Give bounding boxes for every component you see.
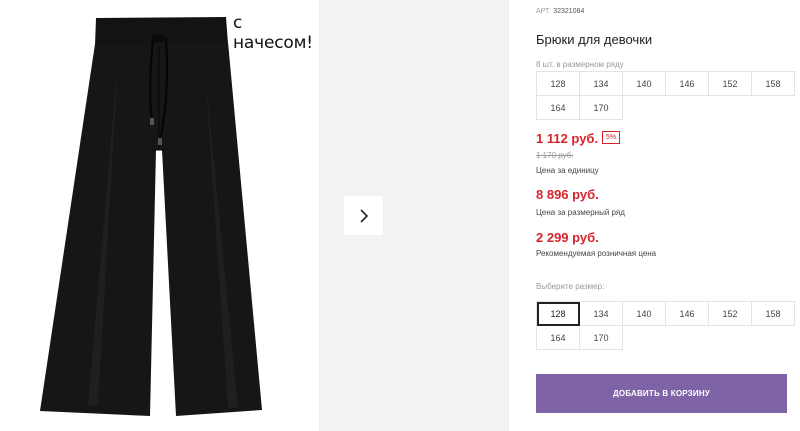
product-image: с начесом! — [0, 0, 318, 431]
divider — [508, 0, 509, 431]
rrp-price-caption: Рекомендуемая розничная цена — [536, 249, 657, 258]
old-price: 1 170 руб. — [536, 151, 574, 160]
pack-size-cell: 164 — [537, 96, 580, 120]
discount-badge: 5% — [602, 131, 621, 144]
size-option[interactable]: 152 — [709, 302, 752, 326]
article-label: АРТ: — [536, 8, 552, 15]
sticker-label: с начесом! — [233, 13, 313, 53]
unit-price: 1 112 руб. — [536, 131, 599, 146]
article-number: АРТ: 32321084 — [536, 8, 584, 15]
pack-size-cell: 128 — [537, 72, 580, 96]
pack-size-grid: 128 134 140 146 152 158 164 170 — [536, 71, 795, 120]
pack-note: 8 шт. в размерном ряду — [536, 60, 624, 69]
product-gallery: с начесом! — [0, 0, 508, 431]
size-option[interactable]: 146 — [666, 302, 709, 326]
size-select-label: Выберите размер: — [536, 282, 605, 291]
size-option-selected[interactable]: 128 — [537, 302, 580, 326]
product-title: Брюки для девочки — [536, 32, 653, 47]
pack-size-cell: 158 — [752, 72, 795, 96]
pack-price-caption: Цена за размерный ряд — [536, 208, 625, 217]
pants-image — [40, 17, 262, 416]
size-option[interactable]: 140 — [623, 302, 666, 326]
chevron-right-icon — [359, 208, 368, 223]
pack-size-cell: 140 — [623, 72, 666, 96]
size-select-grid: 128 134 140 146 152 158 164 170 — [536, 301, 795, 350]
gallery-next-button[interactable] — [344, 196, 383, 235]
unit-price-caption: Цена за единицу — [536, 166, 599, 175]
size-option[interactable]: 134 — [580, 302, 623, 326]
size-option[interactable]: 164 — [537, 326, 580, 350]
rrp-price: 2 299 руб. — [536, 230, 599, 245]
pack-price: 8 896 руб. — [536, 187, 599, 202]
pack-size-cell: 146 — [666, 72, 709, 96]
size-option[interactable]: 158 — [752, 302, 795, 326]
add-to-cart-button[interactable]: ДОБАВИТЬ В КОРЗИНУ — [536, 374, 787, 413]
size-option[interactable]: 170 — [580, 326, 623, 350]
pack-size-cell: 152 — [709, 72, 752, 96]
article-value: 32321084 — [553, 8, 585, 15]
pack-size-cell: 170 — [580, 96, 623, 120]
pack-size-cell: 134 — [580, 72, 623, 96]
